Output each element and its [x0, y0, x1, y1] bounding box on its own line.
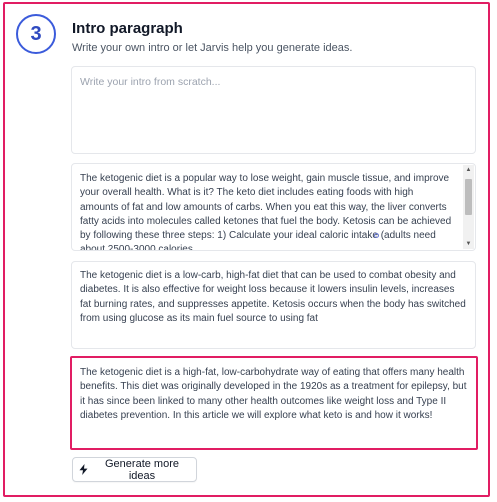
cursor-ring-icon [374, 233, 379, 238]
lightning-bolt-icon [79, 464, 88, 475]
section-subtitle: Write your own intro or let Jarvis help … [72, 42, 353, 54]
idea-text: The ketogenic diet is a low-carb, high-f… [80, 270, 466, 324]
idea-text: The ketogenic diet is a high-fat, low-ca… [80, 367, 467, 421]
triangle-down-icon[interactable]: ▼ [463, 239, 474, 249]
section-title: Intro paragraph [72, 20, 183, 37]
intro-input[interactable] [71, 66, 476, 154]
idea-text: The ketogenic diet is a popular way to l… [80, 173, 452, 251]
idea-scrollbar[interactable]: ▲ ▼ [463, 165, 474, 249]
generate-more-ideas-button[interactable]: Generate more ideas [72, 457, 197, 482]
generate-button-label: Generate more ideas [105, 457, 179, 482]
scroll-thumb[interactable] [465, 179, 472, 215]
step-number-badge: 3 [16, 14, 56, 54]
idea-card-2[interactable]: The ketogenic diet is a low-carb, high-f… [71, 261, 476, 349]
idea-card-1[interactable]: The ketogenic diet is a popular way to l… [71, 163, 476, 251]
idea-card-3-selected[interactable]: The ketogenic diet is a high-fat, low-ca… [70, 356, 478, 450]
triangle-up-icon[interactable]: ▲ [463, 165, 474, 175]
